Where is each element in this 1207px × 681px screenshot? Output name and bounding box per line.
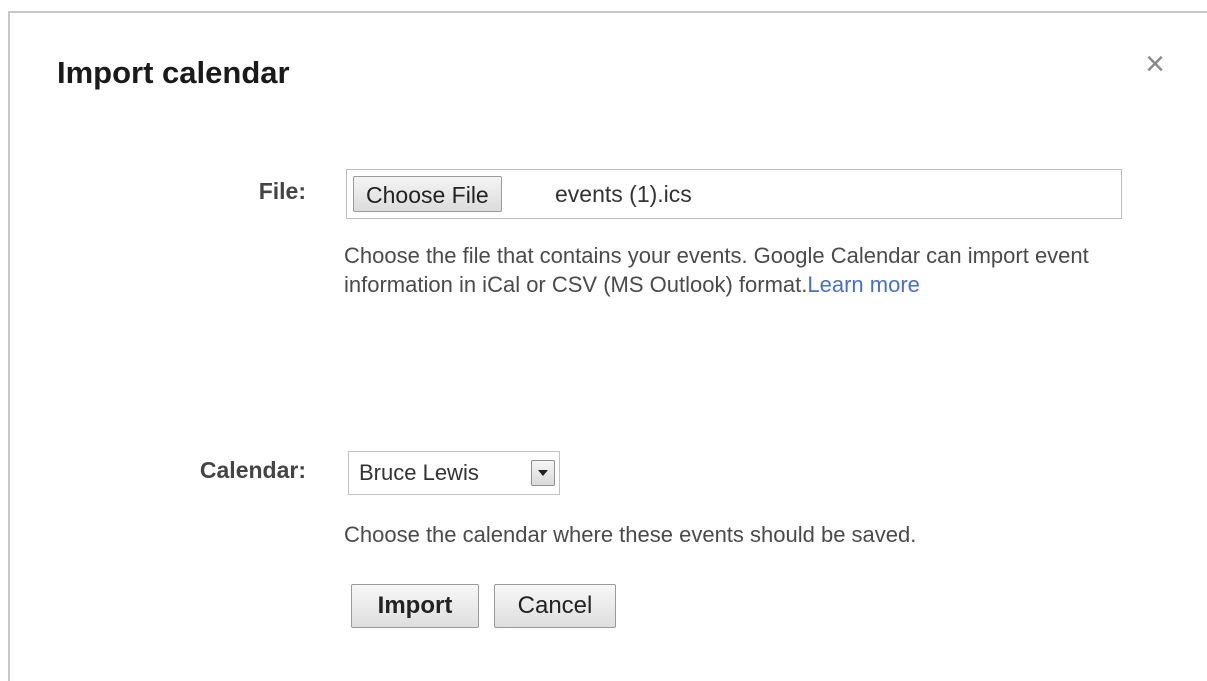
file-label: File: [258,178,306,204]
calendar-help-text: Choose the calendar where these events s… [344,522,917,547]
chevron-down-icon[interactable] [531,460,555,486]
choose-file-button[interactable]: Choose File [353,176,502,212]
import-calendar-dialog: Import calendar × File: Choose File even… [8,11,1207,681]
file-help-description: Choose the file that contains your event… [344,243,1089,297]
background-page-strip [0,0,1207,11]
cancel-button[interactable]: Cancel [494,584,616,628]
learn-more-link[interactable]: Learn more [807,272,920,297]
calendar-label: Calendar: [199,457,306,483]
calendar-select[interactable]: Bruce Lewis [348,451,560,495]
dialog-title: Import calendar [57,55,290,90]
close-icon[interactable]: × [1138,47,1172,81]
import-button[interactable]: Import [351,584,479,628]
calendar-selected-value: Bruce Lewis [359,460,479,485]
file-help-text: Choose the file that contains your event… [344,241,1164,299]
file-input[interactable]: Choose File events (1).ics [346,169,1122,219]
selected-file-name: events (1).ics [555,181,692,207]
